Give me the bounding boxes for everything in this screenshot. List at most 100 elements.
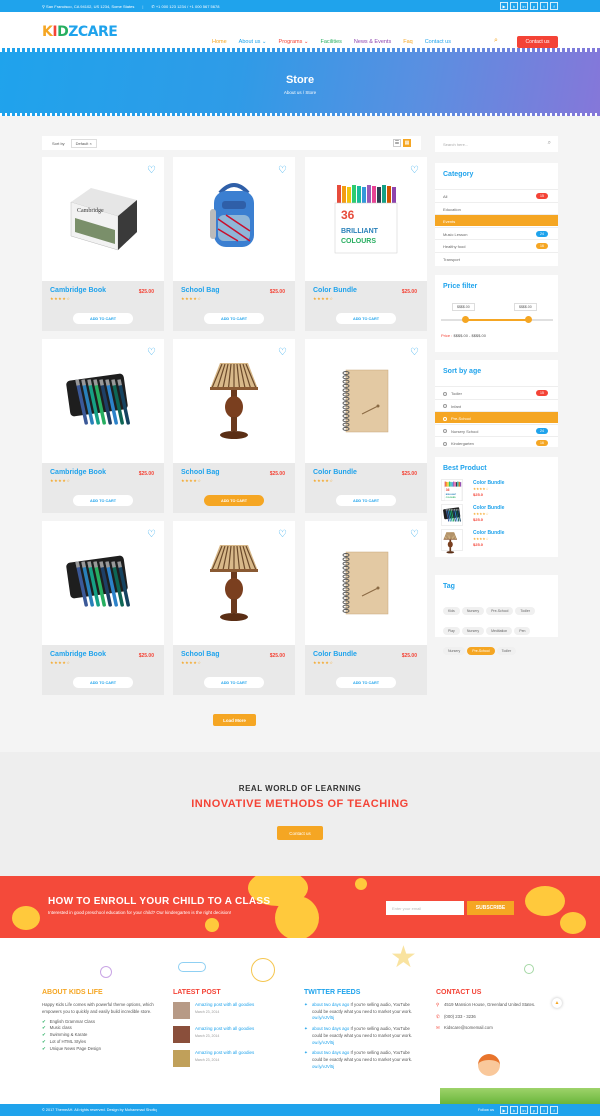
age-item[interactable]: Infant: [435, 398, 558, 411]
product-image[interactable]: ♡: [305, 339, 427, 463]
category-item[interactable]: Healthy food 16: [435, 239, 558, 251]
add-to-cart-button[interactable]: ADD TO CART: [204, 677, 264, 688]
product-card[interactable]: ♡ Cambridge Book $25.00 ★★★★☆ ADD TO CART: [42, 339, 164, 513]
add-to-cart-button[interactable]: ADD TO CART: [204, 313, 264, 324]
product-image[interactable]: 36 BRILLIANT COLOURS ♡: [305, 157, 427, 281]
tag-item[interactable]: Todler: [515, 607, 535, 615]
radio-button[interactable]: [443, 391, 447, 396]
best-product-thumb[interactable]: [441, 529, 463, 554]
heart-icon[interactable]: ♡: [147, 347, 156, 358]
product-card[interactable]: ♡ Cambridge Book $25.00 ★★★★☆ ADD TO CART: [42, 521, 164, 695]
nav-item-contactus[interactable]: Contact us: [425, 39, 451, 45]
behance-icon[interactable]: b: [510, 2, 518, 10]
best-product-name[interactable]: Color Bundle: [473, 530, 504, 536]
grid-view-icon[interactable]: ▦: [403, 139, 411, 147]
best-product-thumb[interactable]: 36 BRILLIANT COLOURS: [441, 479, 463, 501]
best-product-item[interactable]: 36 BRILLIANT COLOURS Color Bundle ★★★★☆ $25.0: [441, 479, 556, 501]
best-product-item[interactable]: Color Bundle ★★★★☆ $25.0: [441, 504, 556, 526]
nav-item-aboutus[interactable]: About us ⌄: [239, 39, 267, 45]
product-name[interactable]: School Bag: [181, 287, 220, 294]
post-thumbnail[interactable]: [173, 1002, 190, 1019]
sort-select[interactable]: Default ×: [70, 138, 97, 148]
breadcrumb[interactable]: About us / Store: [0, 90, 600, 95]
email-input[interactable]: Enter your email: [386, 901, 464, 915]
add-to-cart-button[interactable]: ADD TO CART: [336, 495, 396, 506]
product-card[interactable]: 36 BRILLIANT COLOURS ♡ Color Bundle $25.00 ★★★…: [305, 157, 427, 331]
price-slider-max-handle[interactable]: [524, 316, 532, 323]
pinterest-icon[interactable]: p: [530, 1106, 538, 1114]
search-icon[interactable]: ⌕: [548, 140, 551, 147]
tag-item[interactable]: Kids: [443, 607, 460, 615]
linkedin-icon[interactable]: in: [520, 2, 528, 10]
tag-item[interactable]: Play: [443, 627, 460, 635]
product-image[interactable]: ♡: [173, 157, 295, 281]
facebook-icon[interactable]: f: [550, 2, 558, 10]
search-icon[interactable]: ⌕: [494, 37, 498, 45]
footer-post[interactable]: Amazing post with all goodies March 23, 2…: [173, 1026, 283, 1048]
tweet-link[interactable]: ow.ly/vJVl5j: [312, 1015, 334, 1020]
product-image[interactable]: ♡: [42, 339, 164, 463]
add-to-cart-button[interactable]: ADD TO CART: [73, 677, 133, 688]
product-card[interactable]: Cambridge ♡ Cambridge Book $25.00 ★★★★☆ ADD T…: [42, 157, 164, 331]
heart-icon[interactable]: ♡: [278, 165, 287, 176]
category-item[interactable]: Transport: [435, 251, 558, 264]
list-view-icon[interactable]: ☰: [393, 139, 401, 147]
product-card[interactable]: ♡ Color Bundle $25.00 ★★★★☆ ADD TO CART: [305, 339, 427, 513]
footer-post[interactable]: Amazing post with all goodies March 23, 2…: [173, 1002, 283, 1024]
heart-icon[interactable]: ♡: [410, 165, 419, 176]
radio-button[interactable]: [443, 441, 447, 446]
category-item[interactable]: All 15: [435, 189, 558, 201]
twitter-icon[interactable]: t: [540, 2, 548, 10]
tweet-link[interactable]: ow.ly/vJVl5j: [312, 1040, 334, 1045]
tag-item[interactable]: Pen: [514, 627, 531, 635]
linkedin-icon[interactable]: in: [520, 1106, 528, 1114]
add-to-cart-button[interactable]: ADD TO CART: [73, 313, 133, 324]
best-product-item[interactable]: Color Bundle ★★★★☆ $25.0: [441, 529, 556, 554]
search-input[interactable]: Search here...: [443, 142, 468, 147]
post-thumbnail[interactable]: [173, 1026, 190, 1043]
footer-email[interactable]: ✉ Kidscare@somemail.com: [436, 1025, 546, 1032]
product-card[interactable]: ♡ School Bag $25.00 ★★★★☆ ADD TO CART: [173, 339, 295, 513]
youtube-icon[interactable]: ▶: [500, 2, 508, 10]
post-title[interactable]: Amazing post with all goodies: [195, 1026, 254, 1031]
product-image[interactable]: ♡: [305, 521, 427, 645]
nav-item-programs[interactable]: Programs ⌄: [279, 39, 309, 45]
product-name[interactable]: Color Bundle: [313, 287, 357, 294]
product-image[interactable]: ♡: [42, 521, 164, 645]
youtube-icon[interactable]: ▶: [500, 1106, 508, 1114]
heart-icon[interactable]: ♡: [278, 347, 287, 358]
add-to-cart-button[interactable]: ADD TO CART: [73, 495, 133, 506]
product-card[interactable]: ♡ School Bag $25.00 ★★★★☆ ADD TO CART: [173, 157, 295, 331]
behance-icon[interactable]: b: [510, 1106, 518, 1114]
product-name[interactable]: Color Bundle: [313, 651, 357, 658]
tweet-link[interactable]: ow.ly/vJVl5j: [312, 1064, 334, 1069]
product-image[interactable]: Cambridge ♡: [42, 157, 164, 281]
tag-item[interactable]: Nursery: [443, 647, 466, 655]
radio-button[interactable]: [443, 429, 447, 434]
best-product-name[interactable]: Color Bundle: [473, 480, 504, 486]
product-name[interactable]: Cambridge Book: [50, 287, 106, 294]
tag-item[interactable]: Todler: [496, 647, 517, 655]
nav-item-home[interactable]: Home: [212, 39, 227, 45]
price-slider-min-handle[interactable]: [462, 316, 470, 323]
category-item[interactable]: Education: [435, 201, 558, 214]
twitter-icon[interactable]: t: [540, 1106, 548, 1114]
nav-item-newsevents[interactable]: News & Events: [354, 39, 391, 45]
radio-button[interactable]: [443, 416, 447, 421]
promo-contact-button[interactable]: Contact us: [277, 826, 323, 840]
product-name[interactable]: School Bag: [181, 469, 220, 476]
category-item[interactable]: Events: [435, 214, 558, 226]
age-item[interactable]: Kindergarten 16: [435, 436, 558, 448]
tag-item[interactable]: Nursery: [461, 627, 485, 635]
product-name[interactable]: Color Bundle: [313, 469, 357, 476]
post-title[interactable]: Amazing post with all goodies: [195, 1050, 254, 1055]
heart-icon[interactable]: ♡: [278, 529, 287, 540]
logo[interactable]: KIDZCARE: [42, 24, 118, 40]
pinterest-icon[interactable]: p: [530, 2, 538, 10]
product-name[interactable]: Cambridge Book: [50, 469, 106, 476]
product-name[interactable]: School Bag: [181, 651, 220, 658]
product-card[interactable]: ♡ Color Bundle $25.00 ★★★★☆ ADD TO CART: [305, 521, 427, 695]
nav-item-faq[interactable]: Faq: [403, 39, 412, 45]
age-item[interactable]: Todler 15: [435, 386, 558, 398]
tag-item[interactable]: Pre-School: [467, 647, 495, 655]
